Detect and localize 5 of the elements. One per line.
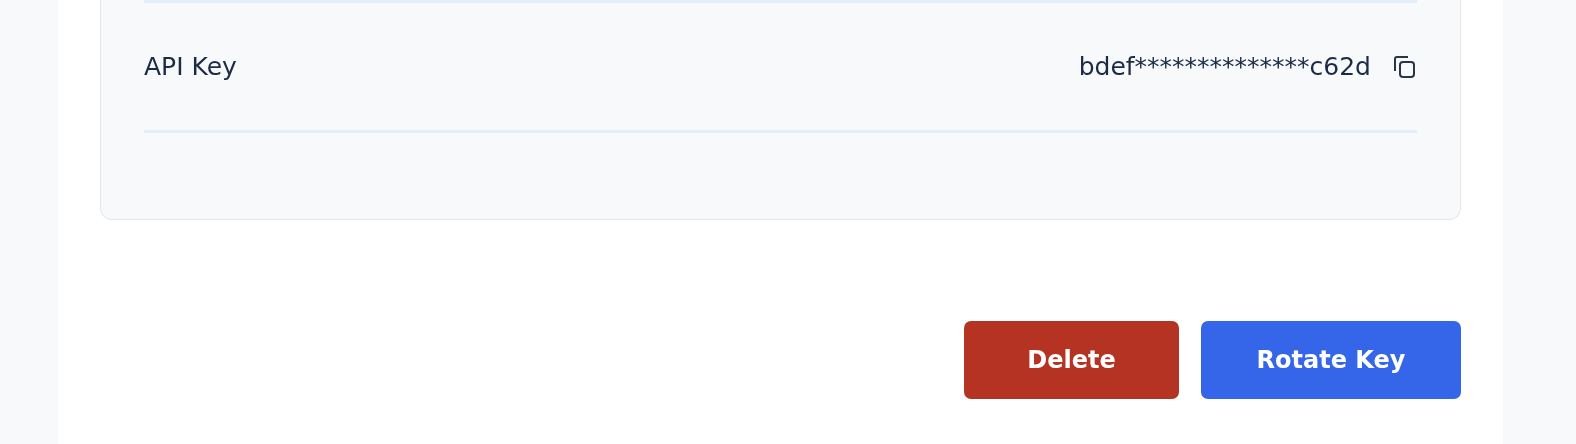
field-value: bdef**************c62d [1078,52,1371,81]
copy-icon[interactable] [1391,53,1417,80]
rotate-key-button[interactable]: Rotate Key [1201,321,1461,399]
field-label: API Key [144,52,238,81]
delete-button[interactable]: Delete [964,321,1179,399]
